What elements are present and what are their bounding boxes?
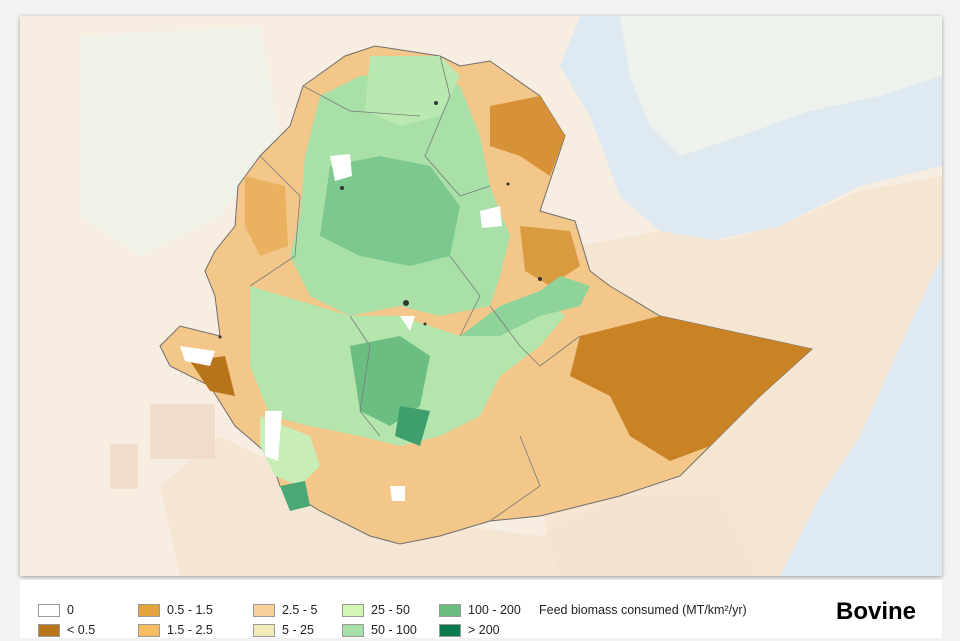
legend-label: 5 - 25 [282, 623, 314, 637]
city-dot [423, 322, 427, 326]
land-feature [150, 404, 215, 459]
ethiopia-biomass-map [20, 16, 942, 576]
legend-swatch [253, 604, 275, 617]
legend-label: 0.5 - 1.5 [167, 603, 213, 617]
legend-label: 100 - 200 [468, 603, 521, 617]
legend-swatch [439, 624, 461, 637]
legend-swatch [253, 624, 275, 637]
legend-swatch [342, 624, 364, 637]
city-dot [506, 182, 510, 186]
legend-label: 25 - 50 [371, 603, 410, 617]
species-label: Bovine [836, 598, 917, 625]
legend-swatch [138, 624, 160, 637]
city-dot [538, 277, 542, 281]
legend-swatch [439, 604, 461, 617]
map-legend: 0 < 0.5 0.5 - 1.5 1.5 - 2.5 2.5 - 5 5 - … [20, 580, 942, 638]
legend-label: < 0.5 [67, 623, 96, 637]
legend-label: 2.5 - 5 [282, 603, 318, 617]
legend-label: 0 [67, 603, 74, 617]
legend-title: Feed biomass consumed (MT/km²/yr) [539, 603, 747, 617]
land-feature [110, 444, 138, 489]
city-dot [403, 300, 409, 306]
city-dot [218, 335, 222, 339]
city-dot [340, 186, 344, 190]
legend-label: 1.5 - 2.5 [167, 623, 213, 637]
city-dot [434, 101, 438, 105]
legend-label: 50 - 100 [371, 623, 417, 637]
legend-swatch [342, 604, 364, 617]
zero-patch [390, 486, 405, 501]
map-panel [20, 16, 942, 576]
legend-swatch [38, 624, 60, 637]
legend-swatch [138, 604, 160, 617]
legend-label: > 200 [468, 623, 500, 637]
legend-swatch [38, 604, 60, 617]
